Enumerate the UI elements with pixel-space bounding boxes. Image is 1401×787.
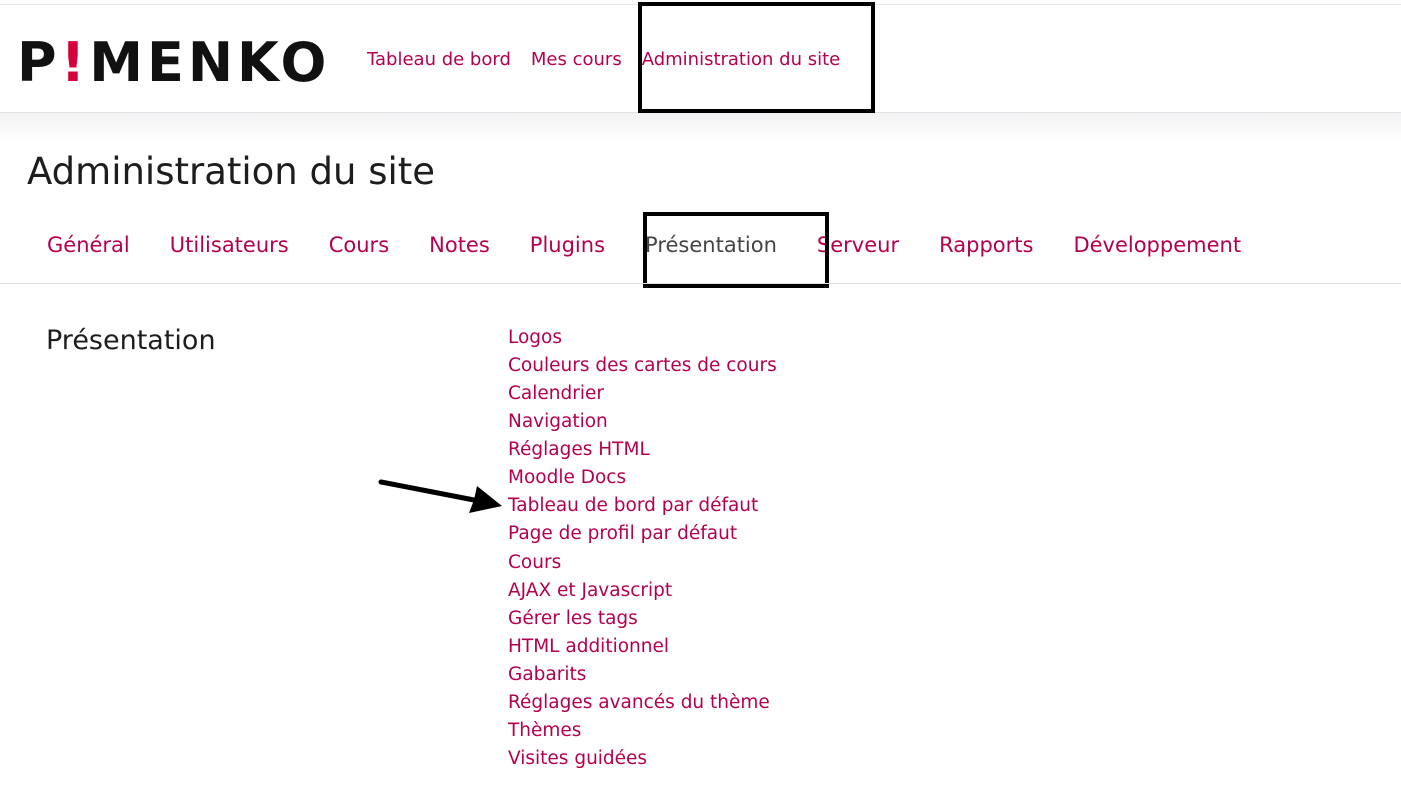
primary-navigation: Tableau de bord Mes cours Administration… — [357, 5, 850, 114]
list-item-user-tours[interactable]: Visites guidées — [508, 745, 777, 773]
list-item-courses[interactable]: Cours — [508, 549, 777, 577]
header-shadow — [0, 113, 1401, 143]
section-heading: Présentation — [46, 325, 216, 356]
nav-dashboard-link[interactable]: Tableau de bord — [357, 49, 521, 70]
nav-my-courses-link[interactable]: Mes cours — [521, 49, 632, 70]
site-logo[interactable]: P! MENKO — [17, 35, 330, 91]
tab-plugins[interactable]: Plugins — [510, 222, 625, 268]
tab-appearance[interactable]: Présentation — [625, 222, 797, 268]
list-item-advanced-theme-settings[interactable]: Réglages avancés du thème — [508, 689, 777, 717]
tabs-divider — [0, 283, 1401, 284]
list-item-default-dashboard[interactable]: Tableau de bord par défaut — [508, 492, 777, 520]
admin-tabs: Général Utilisateurs Cours Notes Plugins… — [27, 222, 1261, 268]
list-item-default-profile-page[interactable]: Page de profil par défaut — [508, 520, 777, 548]
list-item-html-settings[interactable]: Réglages HTML — [508, 436, 777, 464]
tab-development[interactable]: Développement — [1053, 222, 1261, 268]
list-item-additional-html[interactable]: HTML additionnel — [508, 633, 777, 661]
list-item-logos[interactable]: Logos — [508, 324, 777, 352]
appearance-settings-list: Logos Couleurs des cartes de cours Calen… — [508, 324, 777, 773]
list-item-ajax-javascript[interactable]: AJAX et Javascript — [508, 577, 777, 605]
tab-courses[interactable]: Cours — [309, 222, 409, 268]
list-item-manage-tags[interactable]: Gérer les tags — [508, 605, 777, 633]
list-item-navigation[interactable]: Navigation — [508, 408, 777, 436]
tab-general[interactable]: Général — [27, 222, 150, 268]
pointer-arrow-icon — [378, 479, 502, 513]
logo-text-start: P — [17, 31, 61, 94]
tab-grades[interactable]: Notes — [409, 222, 510, 268]
page-title: Administration du site — [27, 150, 436, 193]
list-item-calendar[interactable]: Calendrier — [508, 380, 777, 408]
top-navbar: P! MENKO Tableau de bord Mes cours Admini… — [0, 4, 1401, 113]
list-item-themes[interactable]: Thèmes — [508, 717, 777, 745]
tab-server[interactable]: Serveur — [797, 222, 919, 268]
list-item-templates[interactable]: Gabarits — [508, 661, 777, 689]
list-item-moodle-docs[interactable]: Moodle Docs — [508, 464, 777, 492]
nav-site-admin-link[interactable]: Administration du site — [632, 49, 851, 70]
logo-exclamation: ! — [60, 31, 90, 94]
logo-text-end: MENKO — [89, 31, 331, 94]
tab-users[interactable]: Utilisateurs — [150, 222, 309, 268]
tab-reports[interactable]: Rapports — [919, 222, 1053, 268]
list-item-course-card-colours[interactable]: Couleurs des cartes de cours — [508, 352, 777, 380]
